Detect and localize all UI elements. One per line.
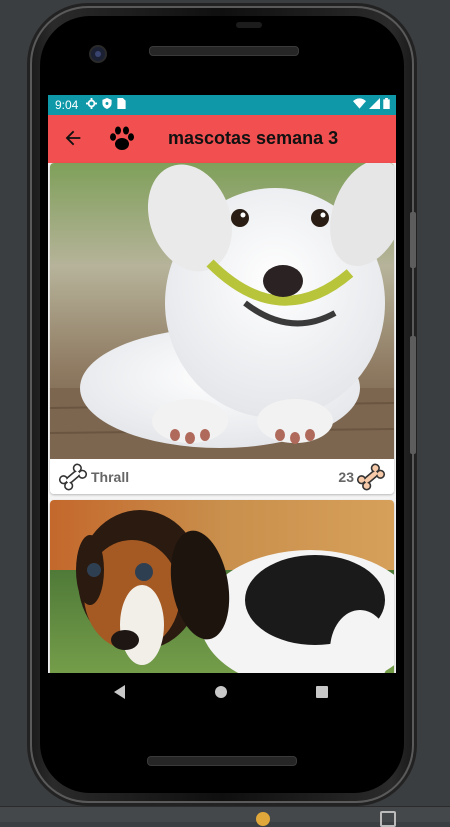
circle-home-icon[interactable] (215, 686, 227, 698)
pet-list[interactable]: Thrall 23 (48, 163, 396, 673)
status-bar: 9:04 (48, 95, 396, 115)
square-recents-icon[interactable] (316, 686, 328, 698)
status-notification-icons (86, 98, 126, 112)
white-puppy-photo (50, 163, 394, 459)
paw-icon (110, 126, 134, 150)
pet-card[interactable] (50, 500, 394, 673)
pet-name: Thrall (91, 469, 130, 485)
bottom-speaker (147, 756, 297, 766)
pet-card[interactable]: Thrall 23 (50, 163, 394, 494)
system-navigation-bar (48, 673, 396, 713)
earpiece-speaker (149, 46, 299, 56)
app-toolbar: mascotas semana 3 (48, 115, 396, 163)
pet-like-count: 23 (338, 469, 354, 485)
ide-status-bar (0, 806, 450, 827)
proximity-sensor (236, 22, 262, 28)
power-button[interactable] (410, 212, 416, 268)
bone-outline-icon[interactable] (58, 463, 88, 491)
status-system-icons (353, 98, 390, 112)
pet-card-footer: Thrall 23 (50, 459, 394, 494)
device-screen: 9:04 mascotas semana 3 Thrall 23 (48, 95, 396, 673)
triangle-back-icon[interactable] (114, 685, 125, 699)
arrow-left-icon[interactable] (62, 127, 84, 149)
front-camera-icon (89, 45, 107, 63)
layout-inspector-icon[interactable] (380, 811, 396, 827)
settings-gear-icon (86, 98, 97, 112)
wifi-icon (353, 98, 366, 112)
battery-icon (383, 98, 390, 112)
cell-signal-icon (369, 98, 380, 112)
volume-button[interactable] (410, 336, 416, 454)
bone-filled-icon[interactable] (356, 463, 386, 491)
page-title: mascotas semana 3 (168, 128, 339, 148)
beagle-puppy-photo (50, 500, 394, 673)
event-log-icon[interactable] (256, 812, 270, 826)
sim-card-icon (117, 98, 126, 112)
shield-icon (102, 98, 112, 112)
status-time: 9:04 (55, 98, 79, 112)
